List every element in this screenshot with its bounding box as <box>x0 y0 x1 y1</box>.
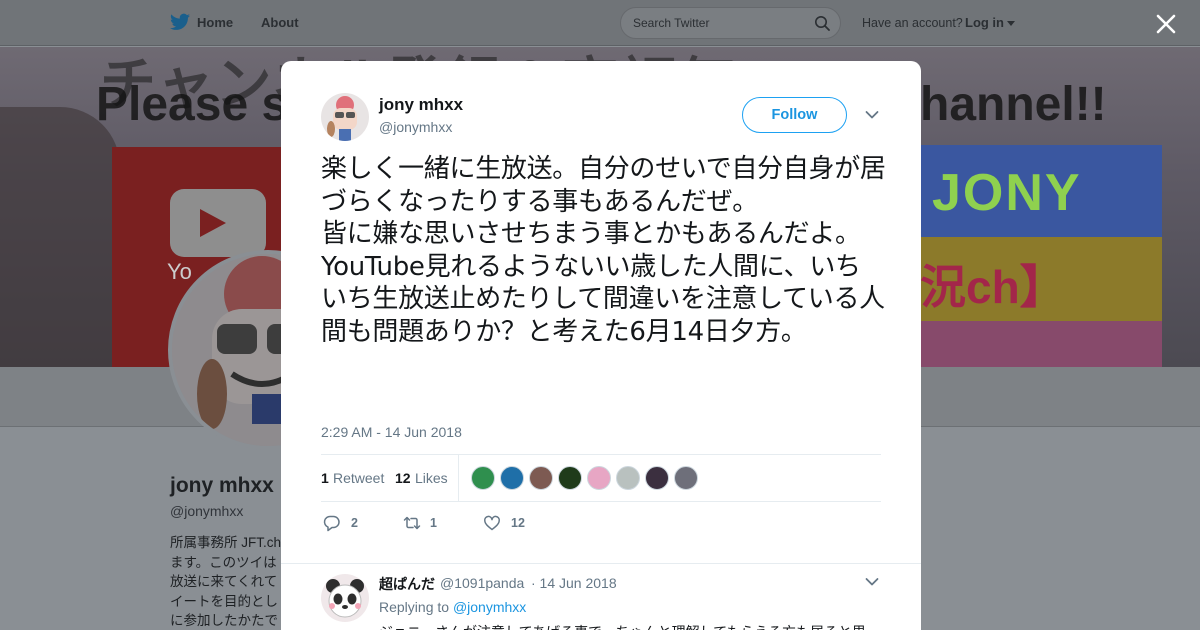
retweet-icon[interactable] <box>403 514 421 532</box>
twitter-bird-icon[interactable] <box>170 13 190 31</box>
panda-avatar-illustration <box>321 574 369 622</box>
liker-avatar[interactable] <box>674 466 698 490</box>
liker-avatar[interactable] <box>529 466 553 490</box>
nav-about-link[interactable]: About <box>261 15 299 30</box>
liker-avatar[interactable] <box>616 466 640 490</box>
banner-subscribe-text-right: hannel!! <box>920 78 1107 131</box>
tweet-timestamp[interactable]: 2:29 AM - 14 Jun 2018 <box>321 424 462 440</box>
stats-divider <box>458 455 459 501</box>
retweet-action-count[interactable]: 1 <box>430 516 437 530</box>
search-icon[interactable] <box>814 15 830 31</box>
search-placeholder: Search Twitter <box>633 16 710 30</box>
youtube-play-icon <box>170 189 266 257</box>
reply-text: ジョニーさんが注意してあげる事で、ちゃんと理解してもらえる方も居ると思 <box>379 622 866 630</box>
retweet-count[interactable]: 1 <box>321 470 329 486</box>
reply-author-avatar[interactable] <box>321 574 369 622</box>
chevron-down-icon[interactable] <box>865 110 879 120</box>
tweet-permalink-modal: jony mhxx @jonymhxx Follow 楽しく一緒に生放送。自分の… <box>281 61 921 630</box>
search-input[interactable]: Search Twitter <box>620 7 841 39</box>
banner-tree-shape <box>0 107 120 367</box>
banner-channel-text: 況ch】 <box>920 261 1066 313</box>
replying-to-prefix: Replying to <box>379 599 450 615</box>
retweet-label[interactable]: Retweet <box>333 470 384 486</box>
tweet-author-handle[interactable]: @jonymhxx <box>379 119 452 135</box>
likes-label[interactable]: Likes <box>415 470 448 486</box>
liker-avatar[interactable] <box>645 466 669 490</box>
login-link[interactable]: Log in <box>965 15 1004 30</box>
conversation-divider <box>281 554 921 564</box>
close-icon[interactable] <box>1153 11 1179 37</box>
profile-bio: 所属事務所 JFT.ch ます。このツイは 放送に来てくれて イートを目的とし … <box>170 535 282 628</box>
nav-home-link[interactable]: Home <box>197 15 233 30</box>
banner-jony-panel: JONY <box>920 145 1162 237</box>
banner-youtube-word: Yo <box>167 259 192 284</box>
top-navigation-bar: Home About Search Twitter Have an accoun… <box>0 0 1200 46</box>
reply-count[interactable]: 2 <box>351 516 358 530</box>
reply-icon[interactable] <box>323 514 341 532</box>
tweet-actions: 2 1 12 <box>321 513 881 533</box>
tweet-author-name[interactable]: jony mhxx <box>379 95 463 115</box>
liker-avatar[interactable] <box>471 466 495 490</box>
heart-icon[interactable] <box>483 514 501 532</box>
like-action-count[interactable]: 12 <box>511 516 525 530</box>
tweet-stats: 1 Retweet 12 Likes <box>321 454 881 502</box>
liker-avatar[interactable] <box>500 466 524 490</box>
banner-channel-panel: 況ch】 <box>920 237 1162 321</box>
like-count[interactable]: 12 <box>395 470 411 486</box>
profile-name: jony mhxx <box>170 474 274 497</box>
banner-bottom-panel <box>920 321 1162 367</box>
caret-down-icon[interactable] <box>1007 21 1015 26</box>
replying-to: Replying to @jonymhxx <box>379 599 526 615</box>
account-prompt: Have an account? <box>862 16 963 30</box>
reply-author-handle[interactable]: @1091panda <box>440 575 524 591</box>
liker-avatar[interactable] <box>558 466 582 490</box>
profile-handle: @jonymhxx <box>170 503 244 519</box>
tweet-text: 楽しく一緒に生放送。自分のせいで自分自身が居づらくなったりする事もあるんだぜ。 … <box>321 154 886 347</box>
chevron-down-icon[interactable] <box>865 577 879 587</box>
avatar-illustration <box>321 93 369 141</box>
banner-jony-text: JONY <box>932 164 1082 222</box>
liker-avatar[interactable] <box>587 466 611 490</box>
follow-button[interactable]: Follow <box>742 97 847 133</box>
replying-to-link[interactable]: @jonymhxx <box>453 599 526 615</box>
reply-date[interactable]: · 14 Jun 2018 <box>531 575 617 591</box>
reply-author-name[interactable]: 超ぱんだ <box>379 574 435 594</box>
tweet-author-avatar[interactable] <box>321 93 369 141</box>
